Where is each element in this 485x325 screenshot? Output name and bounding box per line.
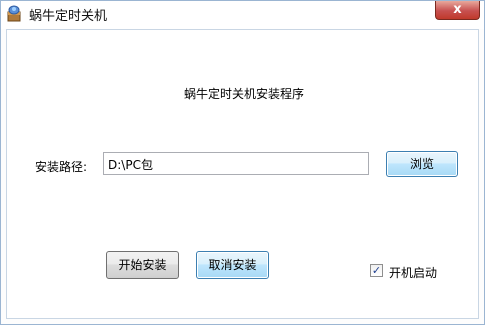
close-icon: x bbox=[453, 2, 462, 17]
snail-installer-icon bbox=[7, 5, 21, 22]
cancel-install-button[interactable]: 取消安装 bbox=[196, 251, 269, 279]
install-path-label: 安装路径: bbox=[35, 160, 88, 174]
autostart-label: 开机启动 bbox=[389, 266, 438, 280]
checkmark-icon: ✓ bbox=[371, 264, 382, 277]
installer-heading: 蜗牛定时关机安装程序 bbox=[184, 87, 305, 101]
start-install-button[interactable]: 开始安装 bbox=[106, 251, 179, 279]
close-button[interactable]: x bbox=[435, 1, 480, 20]
autostart-checkbox[interactable]: ✓ bbox=[370, 264, 383, 277]
title-bar[interactable]: 蜗牛定时关机 x bbox=[1, 1, 484, 29]
install-path-input[interactable]: D:\PC包 bbox=[103, 152, 369, 175]
installer-window: 蜗牛定时关机 x 蜗牛定时关机安装程序 安装路径: D:\PC包 浏览 开始安装… bbox=[0, 0, 485, 325]
browse-button[interactable]: 浏览 bbox=[386, 151, 458, 177]
autostart-option[interactable]: ✓ 开机启动 bbox=[370, 264, 450, 280]
window-title: 蜗牛定时关机 bbox=[29, 9, 108, 24]
